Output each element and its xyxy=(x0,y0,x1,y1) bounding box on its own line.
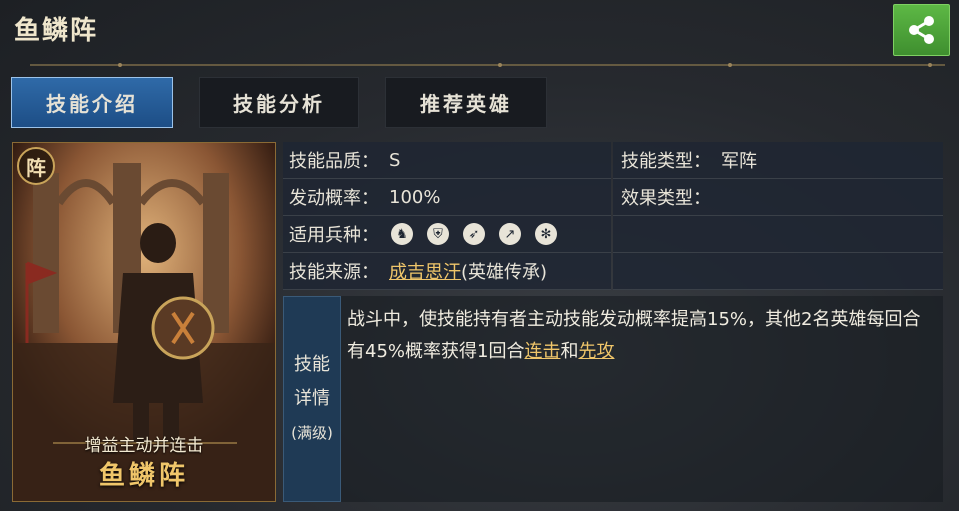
card-name: 鱼鳞阵 xyxy=(98,461,189,491)
skill-info-table: 技能品质： S 技能类型： 军阵 发动概率： 100% 效果类型： 适用兵种： … xyxy=(283,142,943,290)
combo-link[interactable]: 连击 xyxy=(524,341,560,362)
detail-text-part2: 和 xyxy=(560,341,579,362)
tab-skill-intro[interactable]: 技能介绍 xyxy=(11,77,173,128)
effect-label: 效果类型： xyxy=(621,188,711,209)
formation-badge: 阵 xyxy=(17,147,55,185)
bow-icon: ➶ xyxy=(463,223,485,245)
type-cell: 技能类型： 军阵 xyxy=(613,142,943,179)
detail-label: 技能 详情 (满级) xyxy=(283,296,341,502)
page-title: 鱼鳞阵 xyxy=(14,16,99,46)
skill-detail: 技能 详情 (满级) 战斗中，使技能持有者主动技能发动概率提高15%，其他2名英… xyxy=(283,296,943,502)
rate-label: 发动概率： xyxy=(289,188,379,209)
quality-cell: 技能品质： S xyxy=(283,142,611,179)
quality-label: 技能品质： xyxy=(289,151,379,172)
detail-text-part1: 战斗中，使技能持有者主动技能发动概率提高15%，其他2名英雄每回合有45%概率获… xyxy=(347,309,921,362)
spear-icon: ↗ xyxy=(499,223,521,245)
source-label: 技能来源： xyxy=(289,262,379,283)
detail-label-line1: 技能 xyxy=(294,354,330,375)
quality-value: S xyxy=(389,149,401,171)
tab-recommended-heroes[interactable]: 推荐英雄 xyxy=(385,77,547,128)
share-icon xyxy=(908,16,934,44)
type-value: 军阵 xyxy=(721,151,757,172)
source-cell: 技能来源： 成吉思汗 (英雄传承) xyxy=(283,253,611,290)
tab-bar: 技能介绍 技能分析 推荐英雄 xyxy=(11,77,573,128)
source-suffix: (英雄传承) xyxy=(461,262,548,283)
detail-label-line2: 详情 xyxy=(294,388,330,409)
share-button[interactable] xyxy=(893,4,950,56)
rate-cell: 发动概率： 100% xyxy=(283,179,611,216)
rate-value: 100% xyxy=(389,186,441,208)
card-subtitle: 增益主动并连击 xyxy=(84,436,204,456)
skill-card: 阵 增益主动并连击 鱼鳞阵 xyxy=(12,142,276,502)
troops-label: 适用兵种： xyxy=(289,225,379,246)
first-strike-link[interactable]: 先攻 xyxy=(578,341,614,362)
empty-cell-2 xyxy=(613,253,943,290)
type-label: 技能类型： xyxy=(621,151,711,172)
wheel-icon: ✻ xyxy=(535,223,557,245)
effect-cell: 效果类型： xyxy=(613,179,943,216)
troops-cell: 适用兵种： ♞ ⛨ ➶ ↗ ✻ xyxy=(283,216,611,253)
source-hero-link[interactable]: 成吉思汗 xyxy=(389,258,461,284)
header-divider xyxy=(30,63,945,67)
detail-text: 战斗中，使技能持有者主动技能发动概率提高15%，其他2名英雄每回合有45%概率获… xyxy=(341,296,943,502)
tab-skill-analysis[interactable]: 技能分析 xyxy=(199,77,359,128)
detail-label-line3: (满级) xyxy=(291,424,333,442)
shield-icon: ⛨ xyxy=(427,223,449,245)
empty-cell-1 xyxy=(613,216,943,253)
horse-icon: ♞ xyxy=(391,223,413,245)
